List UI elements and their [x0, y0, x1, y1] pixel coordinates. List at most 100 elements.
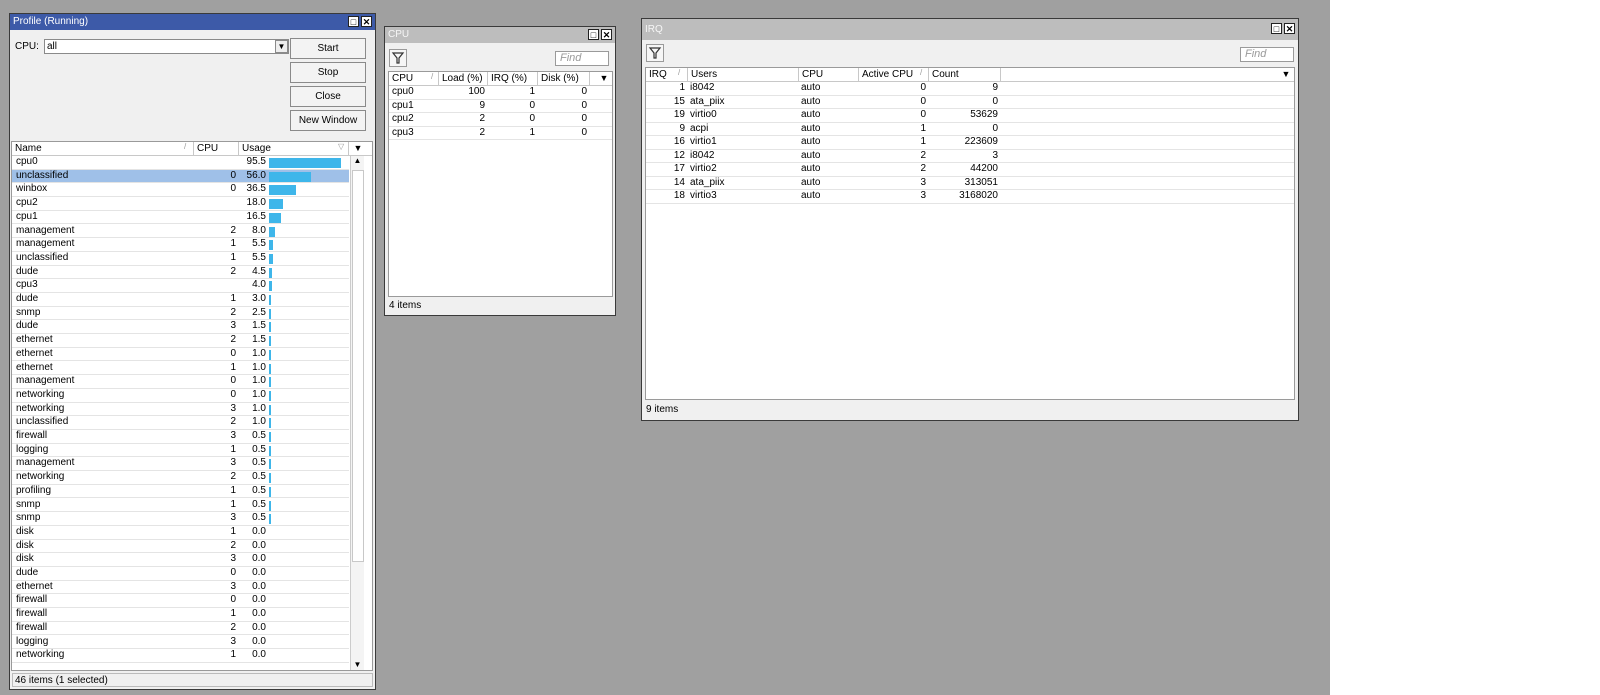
table-row[interactable]: ethernet 0 1.0: [12, 348, 349, 362]
usage-bar: [269, 267, 273, 278]
table-row[interactable]: ethernet 1 1.0: [12, 362, 349, 376]
table-row[interactable]: unclassified 0 56.0: [12, 169, 349, 184]
table-row[interactable]: 15 ata_piix auto 0 0: [646, 96, 1294, 110]
close-icon[interactable]: ✕: [1284, 23, 1295, 34]
table-row[interactable]: logging 3 0.0: [12, 636, 349, 650]
column-header-usage[interactable]: Usage: [239, 142, 349, 155]
table-row[interactable]: 1 i8042 auto 0 9: [646, 82, 1294, 96]
column-menu-chevron-icon[interactable]: ▼: [597, 72, 611, 85]
row-cpu: cpu0: [392, 86, 414, 97]
table-row[interactable]: disk 3 0.0: [12, 553, 349, 567]
table-row[interactable]: management 1 5.5: [12, 238, 349, 252]
column-header-irq[interactable]: IRQ (%): [488, 72, 538, 85]
column-menu-chevron-icon[interactable]: ▼: [351, 142, 365, 155]
table-row[interactable]: 14 ata_piix auto 3 313051: [646, 177, 1294, 191]
table-row[interactable]: management 3 0.5: [12, 457, 349, 472]
table-row[interactable]: 12 i8042 auto 2 3: [646, 150, 1294, 164]
table-row[interactable]: ethernet 3 0.0: [12, 581, 349, 595]
scroll-thumb[interactable]: [352, 170, 364, 562]
stop-button[interactable]: Stop: [290, 62, 366, 83]
scroll-down-icon[interactable]: ▼: [351, 660, 364, 670]
chevron-down-icon[interactable]: ▼: [275, 40, 288, 53]
column-header-users[interactable]: Users: [688, 68, 799, 81]
row-cpu: 2: [230, 265, 236, 277]
row-cpu: 0: [230, 183, 236, 195]
table-row[interactable]: profiling 1 0.5: [12, 485, 349, 499]
filter-button[interactable]: [646, 44, 664, 62]
table-row[interactable]: networking 1 0.0: [12, 649, 349, 663]
table-row[interactable]: networking 2 0.5: [12, 471, 349, 485]
find-input[interactable]: Find: [555, 51, 609, 66]
table-row[interactable]: cpu2 18.0: [12, 197, 349, 211]
table-row[interactable]: networking 0 1.0: [12, 389, 349, 403]
table-row[interactable]: 18 virtio3 auto 3 3168020: [646, 190, 1294, 204]
table-row[interactable]: cpu3 4.0: [12, 279, 349, 293]
table-row[interactable]: networking 3 1.0: [12, 403, 349, 417]
table-row[interactable]: disk 2 0.0: [12, 540, 349, 554]
table-row[interactable]: 17 virtio2 auto 2 44200: [646, 163, 1294, 177]
new-window-button[interactable]: New Window: [290, 110, 366, 131]
row-usage: 5.5: [252, 251, 266, 263]
close-button[interactable]: Close: [290, 86, 366, 107]
table-row[interactable]: snmp 3 0.5: [12, 512, 349, 526]
start-button[interactable]: Start: [290, 38, 366, 59]
profile-titlebar[interactable]: Profile (Running) □ ✕: [10, 14, 375, 30]
table-row[interactable]: dude 3 1.5: [12, 320, 349, 335]
scroll-up-icon[interactable]: ▲: [351, 156, 364, 168]
row-usage: 0.0: [252, 608, 266, 620]
table-row[interactable]: cpu1 16.5: [12, 211, 349, 225]
table-row[interactable]: cpu3 2 1 0: [389, 127, 612, 141]
column-header-active-cpu[interactable]: Active CPU: [859, 68, 929, 81]
maximize-icon[interactable]: □: [1271, 23, 1282, 34]
table-row[interactable]: unclassified 1 5.5: [12, 252, 349, 266]
table-row[interactable]: cpu2 2 0 0: [389, 113, 612, 127]
table-row[interactable]: cpu1 9 0 0: [389, 100, 612, 114]
usage-bar: [269, 199, 283, 210]
table-row[interactable]: ethernet 2 1.5: [12, 334, 349, 348]
table-row[interactable]: dude 2 4.5: [12, 266, 349, 280]
row-cpu: cpu2: [392, 113, 414, 124]
table-row[interactable]: 9 acpi auto 1 0: [646, 123, 1294, 137]
column-header-load[interactable]: Load (%): [439, 72, 488, 85]
row-name: ethernet: [16, 361, 53, 373]
maximize-icon[interactable]: □: [588, 29, 599, 40]
column-header-cpu[interactable]: CPU: [194, 142, 239, 155]
table-row[interactable]: firewall 0 0.0: [12, 594, 349, 609]
table-row[interactable]: cpu0 95.5: [12, 156, 349, 170]
column-menu-chevron-icon[interactable]: ▼: [1279, 68, 1293, 81]
irq-titlebar[interactable]: IRQ □ ✕: [642, 19, 1298, 40]
column-header-name[interactable]: Name: [12, 142, 194, 155]
table-row[interactable]: snmp 2 2.5: [12, 307, 349, 321]
row-cpu: 1: [230, 238, 236, 250]
table-row[interactable]: dude 0 0.0: [12, 567, 349, 581]
table-row[interactable]: 19 virtio0 auto 0 53629: [646, 109, 1294, 123]
table-row[interactable]: firewall 3 0.5: [12, 430, 349, 444]
column-header-irq[interactable]: IRQ: [646, 68, 688, 81]
find-input[interactable]: Find: [1240, 47, 1294, 62]
cpu-titlebar[interactable]: CPU □ ✕: [385, 27, 615, 43]
row-cpu: 3: [230, 512, 236, 524]
table-row[interactable]: winbox 0 36.5: [12, 183, 349, 198]
table-row[interactable]: 16 virtio1 auto 1 223609: [646, 136, 1294, 150]
table-row[interactable]: firewall 2 0.0: [12, 622, 349, 636]
table-row[interactable]: management 0 1.0: [12, 375, 349, 389]
table-row[interactable]: firewall 1 0.0: [12, 608, 349, 622]
cpu-select[interactable]: all: [44, 39, 289, 54]
table-row[interactable]: unclassified 2 1.0: [12, 416, 349, 430]
table-row[interactable]: disk 1 0.0: [12, 526, 349, 540]
row-users: acpi: [690, 122, 709, 134]
filter-button[interactable]: [389, 49, 407, 67]
table-row[interactable]: cpu0 100 1 0: [389, 86, 612, 100]
table-row[interactable]: management 2 8.0: [12, 225, 349, 239]
column-header-count[interactable]: Count: [929, 68, 1001, 81]
table-row[interactable]: dude 1 3.0: [12, 293, 349, 307]
column-header-cpu[interactable]: CPU: [799, 68, 859, 81]
close-icon[interactable]: ✕: [601, 29, 612, 40]
row-cpu: 1: [230, 525, 236, 537]
scrollbar[interactable]: ▲ ▼: [350, 156, 364, 670]
column-header-disk[interactable]: Disk (%): [538, 72, 590, 85]
maximize-icon[interactable]: □: [348, 16, 359, 27]
close-icon[interactable]: ✕: [361, 16, 372, 27]
table-row[interactable]: logging 1 0.5: [12, 444, 349, 458]
table-row[interactable]: snmp 1 0.5: [12, 499, 349, 513]
